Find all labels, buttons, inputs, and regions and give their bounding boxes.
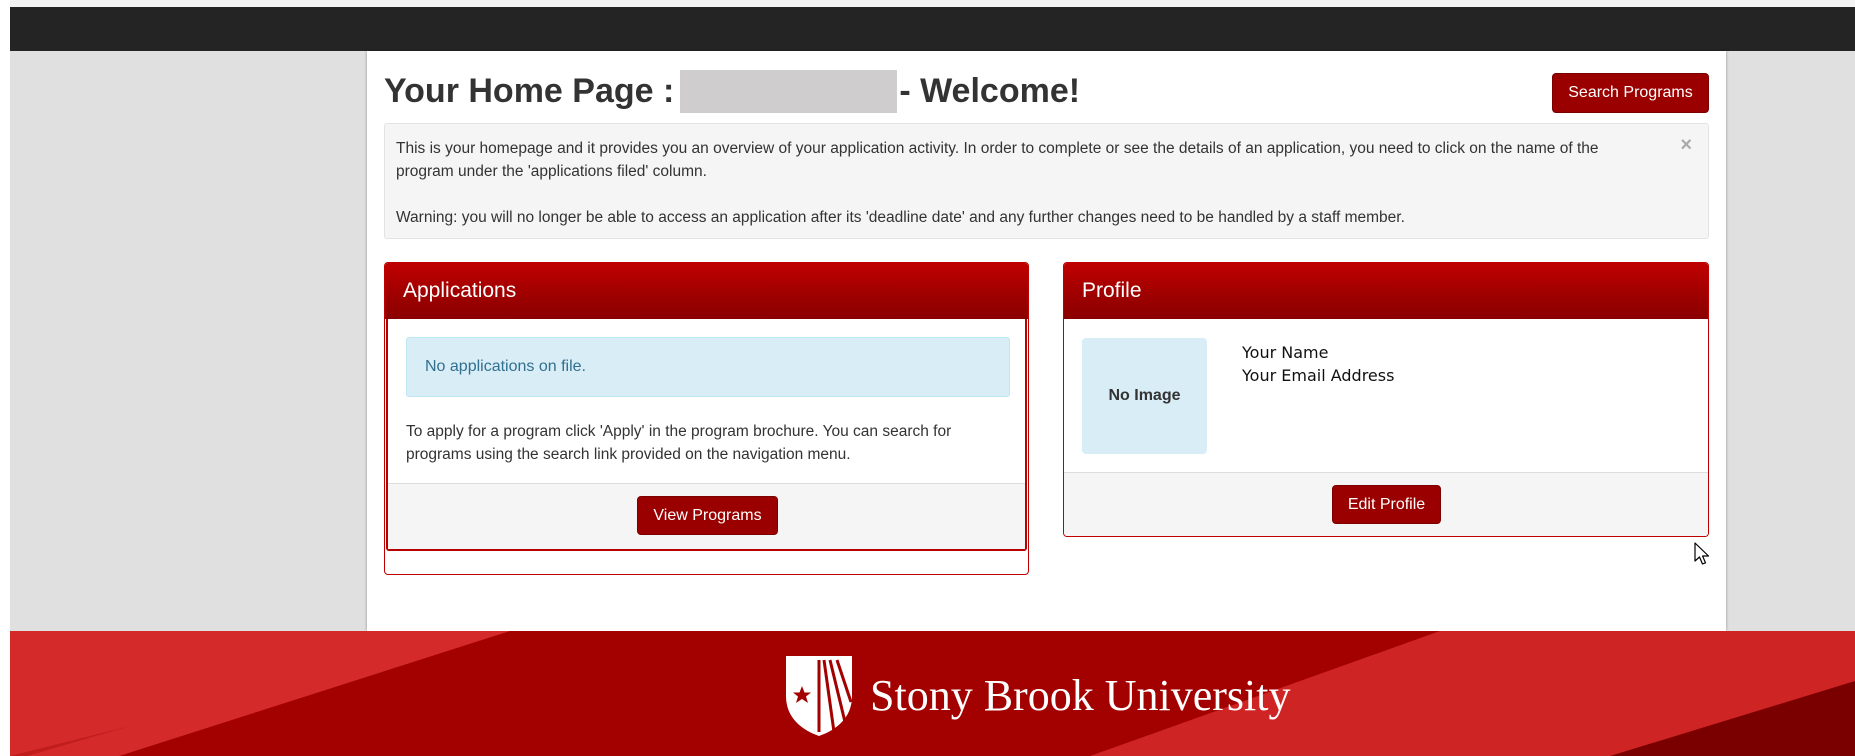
profile-heading: Profile [1064,263,1708,319]
profile-name: Your Name [1242,343,1329,362]
page-title: Your Home Page : - Welcome! [384,70,1080,113]
mouse-pointer-icon [1694,542,1712,571]
profile-image-placeholder: No Image [1082,338,1207,454]
profile-panel: Profile No Image Your Name Your Email Ad… [1063,262,1709,537]
info-message: × This is your homepage and it provides … [384,123,1709,239]
profile-footer: Edit Profile [1064,472,1708,536]
page-title-prefix: Your Home Page : [384,72,675,110]
applications-footer: View Programs [388,483,1025,549]
applications-heading: Applications [385,263,1028,319]
top-navbar [10,7,1855,51]
redacted-username [680,70,898,113]
info-text: This is your homepage and it provides yo… [396,140,1599,180]
edit-profile-button[interactable]: Edit Profile [1332,485,1441,524]
applications-body: No applications on file. To apply for a … [386,319,1027,551]
close-icon[interactable]: × [1680,134,1692,157]
site-footer: Stony Brook University [10,631,1855,756]
top-strip [0,0,1855,7]
applications-help-text: To apply for a program click 'Apply' in … [406,423,952,463]
view-programs-button[interactable]: View Programs [637,496,778,535]
applications-panel: Applications No applications on file. To… [384,262,1029,575]
profile-email: Your Email Address [1242,366,1395,385]
left-strip [0,0,10,756]
search-programs-button[interactable]: Search Programs [1552,73,1709,113]
warning-text: Warning: you will no longer be able to a… [396,209,1405,226]
university-name: Stony Brook University [870,670,1291,720]
no-applications-alert: No applications on file. [406,337,1010,397]
stony-brook-shield-logo [786,656,853,736]
page-title-suffix: - Welcome! [899,72,1081,110]
profile-info: Your Name Your Email Address [1242,341,1394,387]
university-logo[interactable]: Stony Brook University [782,652,1290,738]
